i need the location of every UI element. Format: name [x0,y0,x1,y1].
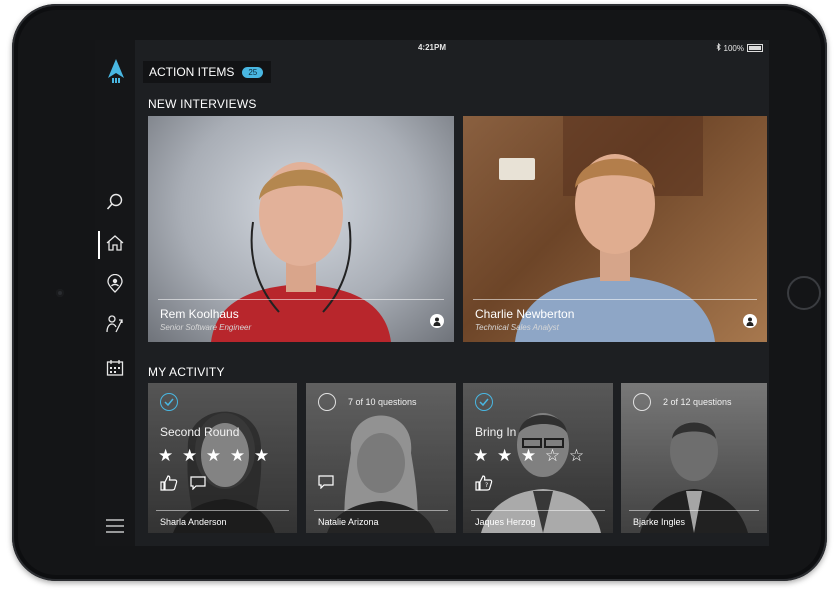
svg-text:?: ? [485,482,488,489]
activity-card[interactable]: 2 of 12 questions Bjarke Ingles [621,383,767,533]
candidate-name: Sharla Anderson [160,517,227,527]
calendar-icon [106,359,124,382]
comment-icon[interactable] [190,476,206,495]
caption-divider [473,299,757,300]
profile-icon[interactable] [743,314,757,328]
progress-ring-icon [318,393,336,411]
menu-icon [106,518,124,538]
caption-divider [629,510,759,511]
candidate-name: Bjarke Ingles [633,517,686,527]
feedback-actions [160,475,206,496]
sidebar-item-search[interactable] [95,189,135,219]
activity-card[interactable]: Bring In ★ ★ ★ ☆ ☆ ? Jaques Herzog [463,383,613,533]
action-items-label: ACTION ITEMS [149,65,235,79]
search-icon [106,193,124,216]
front-camera [56,289,64,297]
interview-stage: Bring In [475,425,517,439]
interview-stage: Second Round [160,425,240,439]
candidate-name: Natalie Arizona [318,517,379,527]
sidebar-item-location[interactable] [95,271,135,301]
feedback-actions [318,475,334,494]
my-activity-title: MY ACTIVITY [148,365,225,379]
app-logo-icon[interactable] [107,58,125,89]
completed-check-icon [160,393,178,411]
candidate-name: Charlie Newberton [475,307,575,321]
comment-icon[interactable] [318,475,334,494]
new-interviews-title: NEW INTERVIEWS [148,97,257,111]
sidebar [95,40,135,546]
action-items-count-badge: 25 [242,66,264,78]
interview-caption: Rem Koolhaus Senior Software Engineer [160,307,251,332]
ipad-device: iPad 4:21PM 100% [12,4,827,581]
people-icon [105,314,125,339]
action-items-button[interactable]: ACTION ITEMS 25 [143,61,272,83]
interview-card[interactable]: Charlie Newberton Technical Sales Analys… [463,116,767,342]
thumbs-up-icon[interactable] [160,475,178,496]
sidebar-item-home[interactable] [95,230,135,260]
star-rating: ★ ★ ★ ★ ★ [158,446,272,465]
completed-check-icon [475,393,493,411]
activity-card[interactable]: Second Round ★ ★ ★ ★ ★ Sharla Anderson [148,383,297,533]
app-screen: iPad 4:21PM 100% [95,40,769,546]
location-pin-icon [105,273,125,299]
candidate-name: Jaques Herzog [475,517,536,527]
caption-divider [158,299,444,300]
caption-divider [156,510,289,511]
caption-divider [314,510,448,511]
sidebar-item-calendar[interactable] [95,355,135,385]
candidate-role: Senior Software Engineer [160,323,252,332]
candidate-name: Rem Koolhaus [160,307,239,321]
progress-ring-icon [633,393,651,411]
interview-caption: Charlie Newberton Technical Sales Analys… [475,307,574,332]
activity-card[interactable]: 7 of 10 questions Natalie Arizona [306,383,456,533]
main-content: ACTION ITEMS 25 NEW INTERVIEWS Rem Koolh… [135,40,769,546]
question-progress: 7 of 10 questions [348,397,417,407]
candidate-role: Technical Sales Analyst [475,323,559,332]
question-progress: 2 of 12 questions [663,397,732,407]
feedback-actions: ? [475,475,493,496]
home-icon [105,234,125,257]
thumbs-question-icon[interactable]: ? [475,475,493,496]
menu-button[interactable] [95,513,135,543]
caption-divider [471,510,605,511]
home-button[interactable] [787,276,821,310]
star-rating: ★ ★ ★ ☆ ☆ [473,446,587,465]
sidebar-item-people[interactable] [95,311,135,341]
interview-card[interactable]: Rem Koolhaus Senior Software Engineer [148,116,454,342]
profile-icon[interactable] [430,314,444,328]
